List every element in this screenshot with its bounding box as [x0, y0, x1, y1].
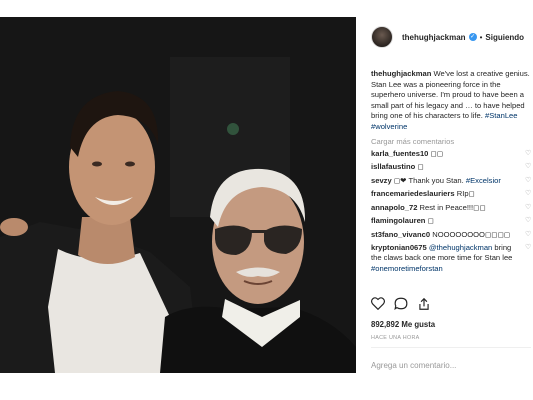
comment-like-heart-icon[interactable]: ♡: [525, 190, 531, 197]
divider: [371, 347, 531, 348]
comment-username[interactable]: karla_fuentes10: [371, 149, 428, 158]
caption: thehughjackman We've lost a creative gen…: [371, 69, 531, 133]
comment-like-heart-icon[interactable]: ♡: [525, 244, 531, 251]
post-panel: thehughjackman ✓ • Siguiendo thehughjack…: [356, 17, 533, 373]
caption-username[interactable]: thehughjackman: [371, 69, 431, 78]
post-timestamp: HACE UNA HORA: [371, 335, 420, 341]
heart-icon[interactable]: [371, 297, 385, 310]
hashtag-link[interactable]: #Excelsior: [466, 176, 501, 185]
comment-row: kryptonian0675 @thehughjackman bring the…: [371, 243, 531, 274]
photo-illustration: [0, 17, 356, 373]
comment-username[interactable]: sevzy: [371, 176, 392, 185]
hashtag-link[interactable]: #onemoretimeforstan: [371, 264, 443, 273]
comment-text: Rest in Peace!!!◻◻: [419, 202, 486, 212]
action-bar: [371, 297, 431, 311]
comment-row: sevzy ◻❤ Thank you Stan. #Excelsior ♡: [371, 176, 531, 186]
comment-text: ◻: [427, 216, 434, 226]
share-icon[interactable]: [417, 297, 431, 311]
comments-section: thehughjackman We've lost a creative gen…: [371, 69, 531, 277]
comment-like-heart-icon[interactable]: ♡: [525, 217, 531, 224]
comment-text: RIp◻: [456, 189, 475, 199]
mention-link[interactable]: @thehughjackman: [429, 243, 492, 252]
comment-row: karla_fuentes10 ◻◻ ♡: [371, 149, 531, 159]
comment-text: ◻❤ Thank you Stan.: [393, 175, 466, 185]
comment-like-heart-icon[interactable]: ♡: [525, 163, 531, 170]
comment-username[interactable]: isllafaustino: [371, 162, 415, 171]
comment-username[interactable]: kryptonian0675: [371, 243, 427, 252]
post-header: thehughjackman ✓ • Siguiendo: [356, 17, 533, 57]
comment-text: ◻: [417, 162, 424, 172]
comment-username[interactable]: francemariedeslauriers: [371, 189, 455, 198]
comment-row: francemariedeslauriers RIp◻ ♡: [371, 189, 531, 199]
likes-count[interactable]: 892,892 Me gusta: [371, 320, 435, 329]
comment-username[interactable]: annapolo_72: [371, 203, 417, 212]
comment-row: st3fano_vivanc0 NOOOOOOOO◻◻◻◻ ♡: [371, 230, 531, 240]
hashtag-link[interactable]: #StanLee: [485, 111, 518, 120]
comment-like-heart-icon[interactable]: ♡: [525, 150, 531, 157]
comment-username[interactable]: st3fano_vivanc0: [371, 230, 430, 239]
load-more-comments-button[interactable]: Cargar más comentarios: [371, 137, 531, 146]
add-comment-input[interactable]: Agrega un comentario...: [371, 361, 456, 370]
comment-text: NOOOOOOOO◻◻◻◻: [432, 229, 511, 239]
avatar[interactable]: [371, 26, 393, 48]
comment-like-heart-icon[interactable]: ♡: [525, 231, 531, 238]
verified-badge-icon: ✓: [468, 33, 477, 41]
comment-text: ◻◻: [430, 148, 444, 158]
post-photo[interactable]: [0, 17, 356, 373]
comment-row: flamingolauren ◻ ♡: [371, 216, 531, 226]
comment-like-heart-icon[interactable]: ♡: [525, 177, 531, 184]
comment-row: isllafaustino ◻ ♡: [371, 162, 531, 172]
follow-button[interactable]: Siguiendo: [485, 33, 524, 42]
header-username[interactable]: thehughjackman: [402, 33, 466, 42]
comment-like-heart-icon[interactable]: ♡: [525, 204, 531, 211]
separator-dot: •: [479, 32, 483, 42]
comment-row: annapolo_72 Rest in Peace!!!◻◻ ♡: [371, 203, 531, 213]
hashtag-link[interactable]: #wolverine: [371, 122, 407, 131]
comment-icon[interactable]: [394, 297, 408, 310]
comment-username[interactable]: flamingolauren: [371, 216, 425, 225]
